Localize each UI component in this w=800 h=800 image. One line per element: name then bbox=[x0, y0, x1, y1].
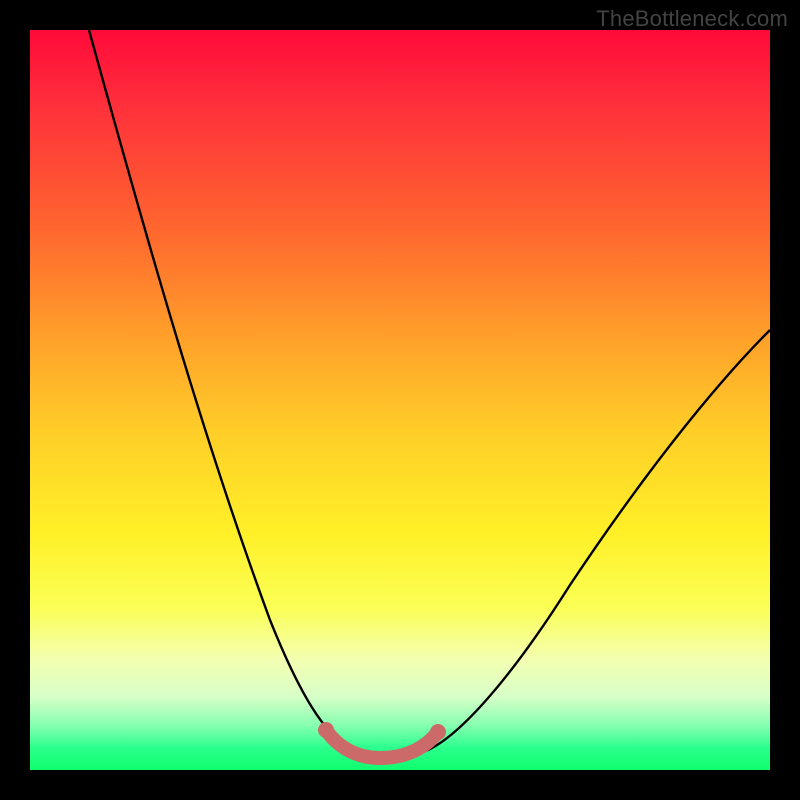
plot-area bbox=[30, 30, 770, 770]
curve-layer bbox=[30, 30, 770, 770]
bottleneck-curve bbox=[89, 30, 770, 757]
optimal-band bbox=[326, 730, 438, 758]
optimal-band-dot-right bbox=[430, 724, 446, 740]
chart-frame: TheBottleneck.com bbox=[0, 0, 800, 800]
watermark: TheBottleneck.com bbox=[596, 6, 788, 32]
optimal-band-dot-left bbox=[318, 722, 334, 738]
